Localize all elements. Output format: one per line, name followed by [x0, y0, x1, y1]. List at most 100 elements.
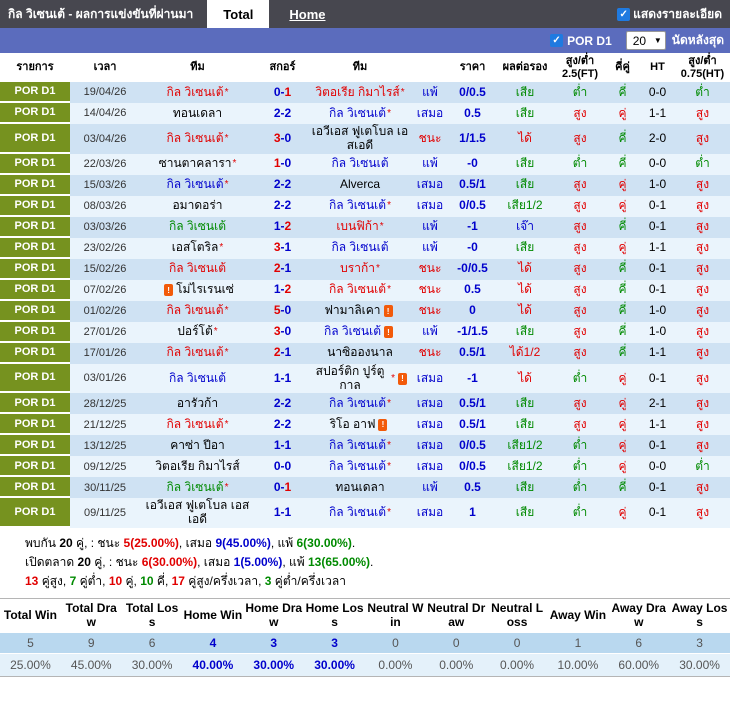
handicap-result: เสีย: [495, 175, 555, 196]
away-team[interactable]: กิล วิเซนเต้*: [310, 280, 410, 301]
away-team[interactable]: วิตอเรีย กิมาไรส์*: [310, 82, 410, 103]
score-away: 1: [285, 262, 292, 276]
stat-count: 0: [487, 632, 548, 653]
tab-home[interactable]: Home: [289, 7, 325, 22]
away-team[interactable]: กิล วิเซนเต้*: [310, 456, 410, 477]
over-under-ft: ต่ำ: [555, 82, 605, 103]
handicap-result: เสีย: [495, 322, 555, 343]
column-header: ทีม: [310, 59, 410, 76]
summary-segment: 17: [172, 574, 185, 588]
home-team[interactable]: กิล วิเซนเต้: [140, 364, 255, 394]
over-under-ht: สูง: [675, 322, 730, 343]
match-score: 2-2: [255, 196, 310, 217]
away-team[interactable]: บราก้า*: [310, 259, 410, 280]
home-team[interactable]: กิล วิเซนเต้: [140, 217, 255, 238]
result-wdl: ชนะ: [410, 280, 450, 301]
home-team[interactable]: กิล วิเซนเต้*: [140, 477, 255, 498]
away-team[interactable]: ฟามาลิเคา!: [310, 301, 410, 322]
home-team[interactable]: กิล วิเซนเต้: [140, 259, 255, 280]
handicap-odds: -1: [450, 364, 495, 394]
home-team[interactable]: อมาดอร่า: [140, 196, 255, 217]
stat-column: Home Draw330.00%: [243, 599, 304, 676]
match-score: 2-2: [255, 103, 310, 124]
summary-segment: พบกัน: [25, 536, 59, 550]
home-team[interactable]: ทอนเดลา: [140, 103, 255, 124]
show-details-checkbox[interactable]: ✓: [617, 8, 630, 21]
over-under-ht: ต่ำ: [675, 154, 730, 175]
show-details-label: แสดงรายละเอียด: [633, 5, 722, 24]
league-badge: POR D1: [0, 217, 70, 238]
home-team[interactable]: ซานตาคลารา*: [140, 154, 255, 175]
home-team[interactable]: กิล วิเซนเต้*: [140, 343, 255, 364]
over-under-ft: ต่ำ: [555, 456, 605, 477]
stat-count: 6: [608, 632, 669, 653]
away-team[interactable]: นาซิอองนาล: [310, 343, 410, 364]
away-team[interactable]: กิล วิเซนเต้*: [310, 435, 410, 456]
ht-score: 1-0: [640, 301, 675, 322]
handicap-odds: 0.5: [450, 103, 495, 124]
handicap-result: เสีย: [495, 82, 555, 103]
favorite-star: *: [233, 159, 237, 169]
home-team[interactable]: กิล วิเซนเต้*: [140, 175, 255, 196]
team-name: วิตอเรีย กิมาไรส์: [155, 460, 239, 474]
home-team[interactable]: เอสโตริล*: [140, 238, 255, 259]
stat-count: 9: [61, 632, 122, 653]
home-team[interactable]: วิตอเรีย กิมาไรส์: [140, 456, 255, 477]
match-date: 01/02/26: [70, 301, 140, 322]
team-name: กิล วิเซนเต้: [324, 325, 381, 339]
over-under-ft: สูง: [555, 259, 605, 280]
away-team[interactable]: ริโอ อาฟ!: [310, 414, 410, 435]
home-team[interactable]: เอวีเอส ฟูเตโบล เอสเอดี: [140, 498, 255, 528]
match-score: 1-2: [255, 280, 310, 301]
column-header: สูง/ต่ำ 2.5(FT): [555, 53, 605, 82]
over-under-ht: สูง: [675, 259, 730, 280]
favorite-star: *: [401, 88, 405, 98]
stat-header: Home Loss: [304, 599, 365, 632]
home-team[interactable]: กิล วิเซนเต้*: [140, 124, 255, 154]
home-team[interactable]: ปอร์โต้*: [140, 322, 255, 343]
stat-percent: 25.00%: [0, 653, 61, 676]
table-row: POR D1 17/01/26 กิล วิเซนเต้* 2-1 นาซิออ…: [0, 343, 730, 364]
favorite-star: *: [225, 483, 229, 493]
handicap-odds: 0.5: [450, 280, 495, 301]
away-team[interactable]: กิล วิเซนเต้*: [310, 393, 410, 414]
away-team[interactable]: เบนฟิก้า*: [310, 217, 410, 238]
team-name: กิล วิเซนเต้: [167, 481, 224, 495]
stat-percent: 0.00%: [487, 653, 548, 676]
away-team[interactable]: ทอนเดลา: [310, 477, 410, 498]
away-team[interactable]: กิล วิเซนเต้!: [310, 322, 410, 343]
home-team[interactable]: คาซ่า ปีอา: [140, 435, 255, 456]
away-team[interactable]: กิล วิเซนเต้*: [310, 498, 410, 528]
away-team[interactable]: สปอร์ติก ปูร์ตูกาล*!: [310, 364, 410, 394]
away-team[interactable]: กิล วิเซนเต้*: [310, 103, 410, 124]
over-under-ht: สูง: [675, 477, 730, 498]
home-team[interactable]: อารัวก้า: [140, 393, 255, 414]
tab-total[interactable]: Total: [207, 0, 269, 28]
handicap-odds: 0.5: [450, 477, 495, 498]
away-team[interactable]: กิล วิเซนเต้: [310, 154, 410, 175]
column-header-text: ราคา: [460, 61, 486, 74]
odd-even: คี่: [605, 217, 640, 238]
over-under-ft: สูง: [555, 103, 605, 124]
away-team[interactable]: เอวีเอส ฟูเตโบล เอสเอดี: [310, 124, 410, 154]
stat-count: 3: [304, 632, 365, 653]
table-row: POR D1 03/01/26 กิล วิเซนเต้ 1-1 สปอร์ติ…: [0, 364, 730, 394]
match-date: 28/12/25: [70, 393, 140, 414]
stat-percent: 30.00%: [243, 653, 304, 676]
home-team[interactable]: กิล วิเซนเต้*: [140, 82, 255, 103]
score-away: 0: [285, 325, 292, 339]
over-under-ht: ต่ำ: [675, 82, 730, 103]
over-under-ft: สูง: [555, 124, 605, 154]
home-team[interactable]: !โม่ไรเรนเซ่: [140, 280, 255, 301]
over-under-ht: สูง: [675, 238, 730, 259]
home-team[interactable]: กิล วิเซนเต้*: [140, 301, 255, 322]
away-team[interactable]: กิล วิเซนเต้: [310, 238, 410, 259]
score-home: 0: [274, 460, 281, 474]
away-team[interactable]: Alverca: [310, 175, 410, 196]
home-team[interactable]: กิล วิเซนเต้*: [140, 414, 255, 435]
match-count-select[interactable]: 20 ▼: [626, 31, 666, 50]
away-team[interactable]: กิล วิเซนเต้*: [310, 196, 410, 217]
league-filter-checkbox[interactable]: ✓: [550, 34, 563, 47]
chevron-down-icon: ▼: [654, 36, 662, 45]
summary-segment: 20: [78, 555, 91, 569]
